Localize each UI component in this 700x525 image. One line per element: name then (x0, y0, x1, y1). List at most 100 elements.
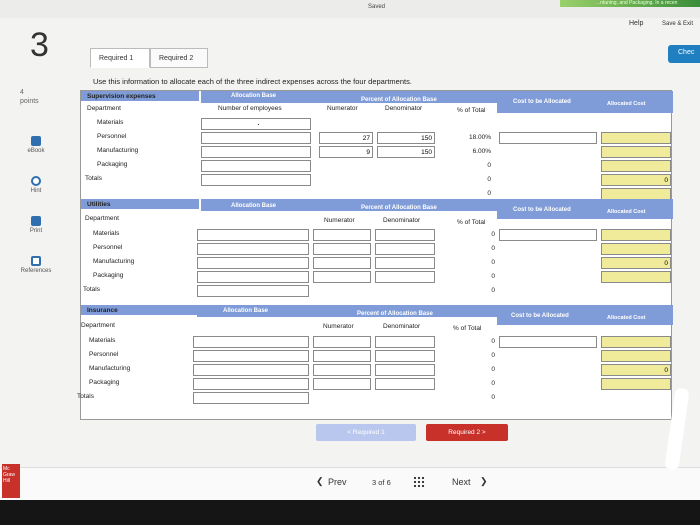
rail-hint[interactable]: Hint (10, 176, 62, 194)
insurance-base-total[interactable] (193, 392, 309, 404)
supervision-pct-extra: 0 (487, 190, 491, 197)
insurance-num-manufacturing[interactable] (313, 364, 371, 376)
insurance-pct-personnel: 0 (491, 352, 495, 359)
supervision-cursor-dot: . (257, 117, 260, 128)
utilities-num-packaging[interactable] (313, 271, 371, 283)
utilities-alloc-manufacturing[interactable]: 0 (601, 257, 671, 269)
utilities-dept-packaging: Packaging (93, 272, 124, 279)
insurance-alloc-personnel[interactable] (601, 350, 671, 362)
insurance-alloc-header: Allocated Cost (607, 315, 646, 321)
check-my-work-button[interactable]: Chec (668, 45, 700, 63)
utilities-den-packaging[interactable] (375, 271, 435, 283)
utilities-numerator-header: Numerator (324, 217, 355, 224)
supervision-base-materials[interactable] (201, 118, 311, 130)
insurance-den-personnel[interactable] (375, 350, 435, 362)
utilities-den-materials[interactable] (375, 229, 435, 241)
insurance-denominator-header: Denominator (383, 323, 421, 330)
supervision-alloc-personnel[interactable] (601, 146, 671, 158)
utilities-den-manufacturing[interactable] (375, 257, 435, 269)
insurance-num-personnel[interactable] (313, 350, 371, 362)
next-button[interactable]: Next (452, 477, 471, 487)
supervision-pct-packaging: 0 (487, 162, 491, 169)
insurance-base-personnel[interactable] (193, 350, 309, 362)
top-bar: Saved ...ntuning, and Packaging. In a re… (0, 0, 700, 18)
supervision-pct-personnel: 18.00% (468, 134, 491, 141)
insurance-den-packaging[interactable] (375, 378, 435, 390)
supervision-base-personnel[interactable] (201, 132, 311, 144)
utilities-denominator-header: Denominator (383, 217, 421, 224)
supervision-den-personnel[interactable]: 150 (377, 132, 435, 144)
supervision-alloc-header: Allocated Cost (607, 101, 646, 107)
printer-icon (31, 216, 41, 226)
supervision-base-header: Allocation Base (231, 93, 277, 99)
insurance-alloc-manufacturing[interactable]: 0 (601, 364, 671, 376)
insurance-num-packaging[interactable] (313, 378, 371, 390)
next-required-button[interactable]: Required 2 > (426, 424, 508, 441)
utilities-alloc-personnel[interactable] (601, 243, 671, 255)
insurance-alloc-packaging[interactable] (601, 378, 671, 390)
grid-icon[interactable] (413, 476, 425, 488)
monitor-bezel (0, 500, 700, 525)
utilities-den-personnel[interactable] (375, 243, 435, 255)
insurance-base-packaging[interactable] (193, 378, 309, 390)
supervision-base-packaging[interactable] (201, 160, 311, 172)
utilities-alloc-packaging[interactable] (601, 271, 671, 283)
utilities-section: Utilities Allocation Base Percent of All… (81, 199, 673, 299)
supervision-cost-input[interactable] (499, 132, 597, 144)
supervision-alloc-materials[interactable] (601, 132, 671, 144)
supervision-totals-label: Totals (85, 175, 102, 182)
supervision-num-personnel[interactable]: 27 (319, 132, 373, 144)
insurance-dept-manufacturing: Manufacturing (89, 365, 131, 372)
supervision-base-manufacturing[interactable] (201, 146, 311, 158)
insurance-section: Insurance Allocation Base Percent of All… (77, 305, 673, 415)
insurance-num-materials[interactable] (313, 336, 371, 348)
insurance-pct-packaging: 0 (491, 380, 495, 387)
supervision-den-manufacturing[interactable]: 150 (377, 146, 435, 158)
prev-button[interactable]: Prev (328, 477, 347, 487)
prev-required-button[interactable]: < Required 1 (316, 424, 416, 441)
insurance-dept-header: Department (81, 322, 115, 329)
utilities-base-materials[interactable] (197, 229, 309, 241)
help-link[interactable]: Help (629, 20, 643, 27)
rail-ebook[interactable]: eBook (10, 136, 62, 154)
insurance-alloc-materials[interactable] (601, 336, 671, 348)
rail-references[interactable]: References (10, 256, 62, 274)
insurance-cost-input[interactable] (499, 336, 597, 348)
insurance-base-materials[interactable] (193, 336, 309, 348)
rail-print[interactable]: Print (10, 216, 62, 234)
supervision-dept-manufacturing: Manufacturing (97, 147, 139, 154)
insurance-den-manufacturing[interactable] (375, 364, 435, 376)
supervision-alloc-packaging[interactable]: 0 (601, 174, 671, 186)
rail-hint-label: Hint (30, 188, 42, 194)
insurance-den-materials[interactable] (375, 336, 435, 348)
utilities-num-manufacturing[interactable] (313, 257, 371, 269)
supervision-num-manufacturing[interactable]: 9 (319, 146, 373, 158)
insurance-title: Insurance (81, 305, 197, 315)
supervision-pct-header: Percent of Allocation Base (361, 97, 437, 103)
saved-status: Saved (368, 4, 386, 10)
chevron-right-icon: ❯ (480, 476, 488, 486)
supervision-base-total[interactable] (201, 174, 311, 186)
utilities-alloc-materials[interactable] (601, 229, 671, 241)
insurance-base-manufacturing[interactable] (193, 364, 309, 376)
tab-required-1[interactable]: Required 1 (90, 48, 150, 68)
utilities-num-materials[interactable] (313, 229, 371, 241)
supervision-alloc-manufacturing[interactable] (601, 160, 671, 172)
progress-strip-text: ...ntuning, and Packaging. In a recen (596, 0, 678, 6)
utilities-num-personnel[interactable] (313, 243, 371, 255)
utilities-pct-materials: 0 (491, 231, 495, 238)
supervision-pct-manufacturing: 6.00% (472, 148, 491, 155)
rail-ebook-label: eBook (27, 148, 45, 154)
utilities-base-personnel[interactable] (197, 243, 309, 255)
supervision-base-sub: Number of employees (218, 105, 282, 112)
utilities-pct-personnel: 0 (491, 245, 495, 252)
insurance-dept-materials: Materials (89, 337, 116, 344)
utilities-base-total[interactable] (197, 285, 309, 297)
tab-required-2[interactable]: Required 2 (150, 48, 208, 68)
lifebuoy-icon (31, 176, 41, 186)
utilities-base-manufacturing[interactable] (197, 257, 309, 269)
insurance-cost-header: Cost to be Allocated (511, 313, 569, 319)
utilities-cost-input[interactable] (499, 229, 597, 241)
utilities-base-packaging[interactable] (197, 271, 309, 283)
save-exit-link[interactable]: Save & Exit (662, 21, 693, 27)
